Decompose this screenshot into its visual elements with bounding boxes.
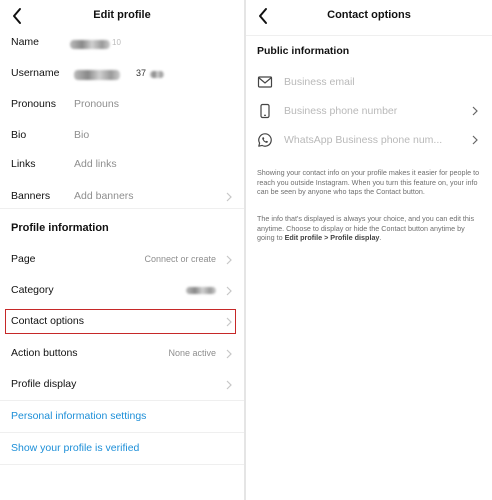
chevron-right-icon	[472, 106, 478, 116]
redacted-name	[70, 40, 110, 49]
redacted-category	[186, 287, 216, 294]
divider	[0, 400, 244, 401]
divider	[246, 35, 492, 36]
redacted-username	[74, 70, 120, 80]
page-row[interactable]: Page Connect or create	[0, 244, 244, 275]
contact-info-description: Showing your contact info on your profil…	[257, 168, 480, 197]
action-buttons-row[interactable]: Action buttons None active	[0, 338, 244, 369]
divider	[0, 464, 244, 465]
pronouns-field[interactable]: Pronouns	[74, 98, 119, 110]
row-label: Name	[11, 36, 40, 48]
bio-row[interactable]: Bio Bio	[0, 120, 244, 151]
info-display-description: The info that's displayed is always your…	[257, 214, 482, 243]
links-field[interactable]: Add links	[74, 158, 117, 170]
personal-information-settings-link[interactable]: Personal information settings	[11, 410, 146, 422]
row-label: Page	[11, 253, 36, 265]
chevron-right-icon	[226, 286, 232, 296]
phone-icon	[260, 103, 270, 119]
show-profile-verified-link[interactable]: Show your profile is verified	[11, 442, 139, 454]
name-suffix: 10	[112, 38, 121, 47]
row-label: Username	[11, 67, 60, 79]
whatsapp-placeholder: WhatsApp Business phone num...	[284, 134, 443, 146]
page-title: Edit profile	[93, 9, 151, 21]
page-value: Connect or create	[144, 254, 216, 264]
page-title: Contact options	[327, 9, 411, 21]
chevron-right-icon	[226, 317, 232, 327]
contact-options-header: Contact options	[246, 0, 492, 32]
username-row[interactable]: Username 37	[0, 58, 244, 89]
bio-field[interactable]: Bio	[74, 129, 89, 141]
row-label: Bio	[11, 129, 27, 141]
divider	[0, 432, 244, 433]
chevron-right-icon	[226, 192, 232, 202]
chevron-right-icon	[226, 380, 232, 390]
category-row[interactable]: Category	[0, 275, 244, 306]
links-row[interactable]: Links Add links	[0, 149, 244, 180]
profile-display-row[interactable]: Profile display	[0, 369, 244, 400]
row-label: Category	[11, 284, 54, 296]
redacted-username-end	[150, 71, 164, 78]
mail-icon	[257, 76, 273, 88]
chevron-right-icon	[472, 135, 478, 145]
row-label: Contact options	[11, 315, 84, 327]
divider	[0, 208, 244, 209]
business-email-placeholder: Business email	[284, 76, 355, 88]
row-label: Profile display	[11, 378, 77, 390]
action-buttons-value: None active	[168, 348, 216, 358]
pronouns-row[interactable]: Pronouns Pronouns	[0, 89, 244, 120]
row-label: Banners	[11, 190, 51, 202]
row-label: Links	[11, 158, 36, 170]
contact-options-screen: Contact options Public information Busin…	[246, 0, 492, 500]
chevron-right-icon	[226, 255, 232, 265]
business-phone-placeholder: Business phone number	[284, 105, 398, 117]
banners-field: Add banners	[74, 190, 134, 202]
chevron-right-icon	[226, 349, 232, 359]
public-information-heading: Public information	[257, 45, 350, 57]
row-label: Action buttons	[11, 347, 78, 359]
business-email-option[interactable]: Business email	[246, 69, 492, 95]
whatsapp-option[interactable]: WhatsApp Business phone num...	[246, 127, 492, 153]
edit-profile-screen: Edit profile Name 10 Username 37 Pronoun…	[0, 0, 244, 500]
contact-options-row[interactable]: Contact options	[0, 306, 244, 337]
description-end: .	[379, 233, 382, 243]
business-phone-option[interactable]: Business phone number	[246, 98, 492, 124]
username-suffix: 37	[136, 68, 147, 78]
profile-information-heading: Profile information	[11, 222, 109, 234]
row-label: Pronouns	[11, 98, 56, 110]
whatsapp-icon	[258, 133, 272, 147]
name-row[interactable]: Name 10	[0, 27, 244, 58]
profile-display-path: Edit profile > Profile display	[284, 233, 380, 243]
